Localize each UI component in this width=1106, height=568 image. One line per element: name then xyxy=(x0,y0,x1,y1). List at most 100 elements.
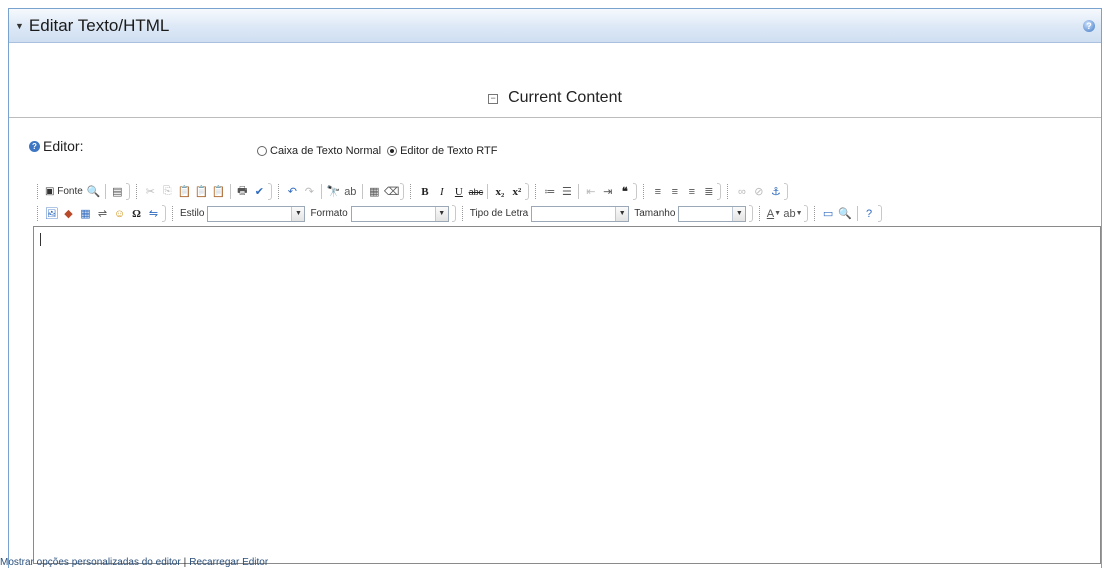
toolbar-grip xyxy=(461,206,465,221)
style-value xyxy=(208,207,291,221)
toolbar-group-end xyxy=(125,183,130,200)
radio-plain-textbox-dot[interactable] xyxy=(257,146,267,156)
toolbar-group-end xyxy=(877,205,882,222)
italic-button[interactable]: I xyxy=(433,183,450,200)
find-icon[interactable]: 🔭 xyxy=(325,183,342,200)
templates-icon[interactable]: ▤ xyxy=(109,183,126,200)
toolbar-group-end xyxy=(162,205,166,222)
show-blocks-icon[interactable]: 🔍 xyxy=(837,205,854,222)
underline-button[interactable]: U xyxy=(450,183,467,200)
toolbar-group-end xyxy=(717,183,722,200)
reload-editor-link[interactable]: Recarregar Editor xyxy=(189,557,268,568)
custom-options-link[interactable]: Mostrar opções personalizadas do editor xyxy=(0,557,181,568)
toolbar-row-2: 🖼 ◆ ▦ ⇌ ☺ Ω ⇋ Estilo ▼ Formato ▼ Tipo de… xyxy=(33,203,884,224)
help-icon[interactable]: ? xyxy=(1083,20,1095,32)
toolbar-group-end xyxy=(451,205,456,222)
toolbar-group-end xyxy=(749,205,754,222)
flash-icon[interactable]: ◆ xyxy=(60,205,77,222)
font-label: Tipo de Letra xyxy=(469,208,529,219)
justify-icon[interactable]: ≣ xyxy=(700,183,717,200)
unlink-icon[interactable]: ⊘ xyxy=(750,183,767,200)
link-icon[interactable]: ∞ xyxy=(733,183,750,200)
editor-panel: ▼ Editar Texto/HTML ? − Current Content ?… xyxy=(8,8,1102,568)
toolbar-grip xyxy=(172,206,175,221)
rich-text-editor-area[interactable] xyxy=(33,226,1101,564)
blockquote-icon[interactable]: ❝ xyxy=(616,183,633,200)
smiley-icon[interactable]: ☺ xyxy=(111,205,128,222)
subscript-button[interactable]: x₂ xyxy=(491,183,508,200)
toolbar-grip xyxy=(37,184,40,199)
cut-icon[interactable]: ✂ xyxy=(142,183,159,200)
replace-icon[interactable]: ab xyxy=(342,183,359,200)
paste-word-icon[interactable]: 📋 xyxy=(210,183,227,200)
superscript-button[interactable]: x² xyxy=(508,183,525,200)
toolbar-group-end xyxy=(267,183,272,200)
chevron-down-icon[interactable]: ▼ xyxy=(615,206,629,221)
toolbar-grip xyxy=(410,184,413,199)
text-color-icon: A xyxy=(766,207,775,220)
toolbar-grip xyxy=(277,184,281,199)
numbered-list-icon[interactable]: ≔ xyxy=(541,183,558,200)
outdent-icon[interactable]: ⇤ xyxy=(582,183,599,200)
radio-plain-textbox[interactable]: Caixa de Texto Normal xyxy=(257,145,381,157)
style-dropdown[interactable]: ▼ xyxy=(207,205,306,222)
font-dropdown[interactable]: ▼ xyxy=(531,205,630,222)
section-title: Current Content xyxy=(508,89,622,106)
remove-format-icon[interactable]: ⌫ xyxy=(383,183,401,200)
chevron-down-icon[interactable]: ▼ xyxy=(434,206,448,221)
undo-icon[interactable]: ↶ xyxy=(284,183,301,200)
size-dropdown[interactable]: ▼ xyxy=(678,205,747,222)
align-left-icon[interactable]: ≡ xyxy=(649,183,666,200)
toolbar-group-end xyxy=(633,183,638,200)
align-right-icon[interactable]: ≡ xyxy=(683,183,700,200)
radio-rtf-editor-label: Editor de Texto RTF xyxy=(400,145,498,157)
maximize-icon[interactable]: ▭ xyxy=(820,205,837,222)
source-icon: ▣ xyxy=(45,186,55,197)
paste-icon[interactable]: 📋 xyxy=(176,183,193,200)
bulleted-list-icon[interactable]: ☰ xyxy=(558,183,575,200)
toolbar-separator xyxy=(856,206,858,221)
panel-title-bar[interactable]: ▼ Editar Texto/HTML ? xyxy=(9,9,1101,43)
select-all-icon[interactable]: ▦ xyxy=(366,183,383,200)
chevron-down-icon[interactable]: ▼ xyxy=(732,206,746,221)
table-icon[interactable]: ▦ xyxy=(77,205,94,222)
source-label: Fonte xyxy=(57,186,83,197)
preview-icon[interactable]: 🔍 xyxy=(85,183,102,200)
horizontal-rule-icon[interactable]: ⇌ xyxy=(94,205,111,222)
toolbar-group-end xyxy=(803,205,808,222)
toolbar-separator xyxy=(487,184,489,199)
spellcheck-icon[interactable]: ✔ xyxy=(251,183,268,200)
toolbar-separator xyxy=(229,184,231,199)
radio-rtf-editor-dot[interactable] xyxy=(387,146,398,156)
toolbar-grip xyxy=(135,184,139,199)
anchor-icon[interactable]: ⚓ xyxy=(767,183,784,200)
redo-icon[interactable]: ↷ xyxy=(301,183,318,200)
toolbar-grip xyxy=(727,184,730,199)
special-char-icon[interactable]: Ω xyxy=(128,205,145,222)
bold-button[interactable]: B xyxy=(416,183,433,200)
current-content-header[interactable]: − Current Content xyxy=(9,89,1101,107)
page-break-icon[interactable]: ⇋ xyxy=(145,205,162,222)
indent-icon[interactable]: ⇥ xyxy=(599,183,616,200)
collapse-arrow-icon[interactable]: ▼ xyxy=(15,21,24,31)
radio-rtf-editor[interactable]: Editor de Texto RTF xyxy=(387,145,498,157)
toolbar-group-end xyxy=(784,183,789,200)
toolbar-separator xyxy=(361,184,363,199)
chevron-down-icon[interactable]: ▼ xyxy=(291,206,305,221)
image-icon[interactable]: 🖼 xyxy=(43,205,60,222)
text-caret xyxy=(40,233,41,246)
text-color-button[interactable]: A ▼ xyxy=(765,205,782,222)
radio-plain-textbox-label: Caixa de Texto Normal xyxy=(270,145,382,157)
about-icon[interactable]: ? xyxy=(861,205,878,222)
print-icon[interactable]: 🖶 xyxy=(234,183,251,200)
format-dropdown[interactable]: ▼ xyxy=(350,205,449,222)
strikethrough-button[interactable]: abc xyxy=(467,183,484,200)
source-button[interactable]: ▣ Fonte xyxy=(43,183,85,200)
editor-help-icon[interactable]: ? xyxy=(29,140,40,152)
bg-color-button[interactable]: ab ▼ xyxy=(782,205,803,222)
toolbar-grip xyxy=(813,206,817,221)
collapse-toggle-icon[interactable]: − xyxy=(488,94,499,104)
paste-text-icon[interactable]: 📋 xyxy=(193,183,210,200)
align-center-icon[interactable]: ≡ xyxy=(666,183,683,200)
copy-icon[interactable]: ⎘ xyxy=(159,183,176,200)
